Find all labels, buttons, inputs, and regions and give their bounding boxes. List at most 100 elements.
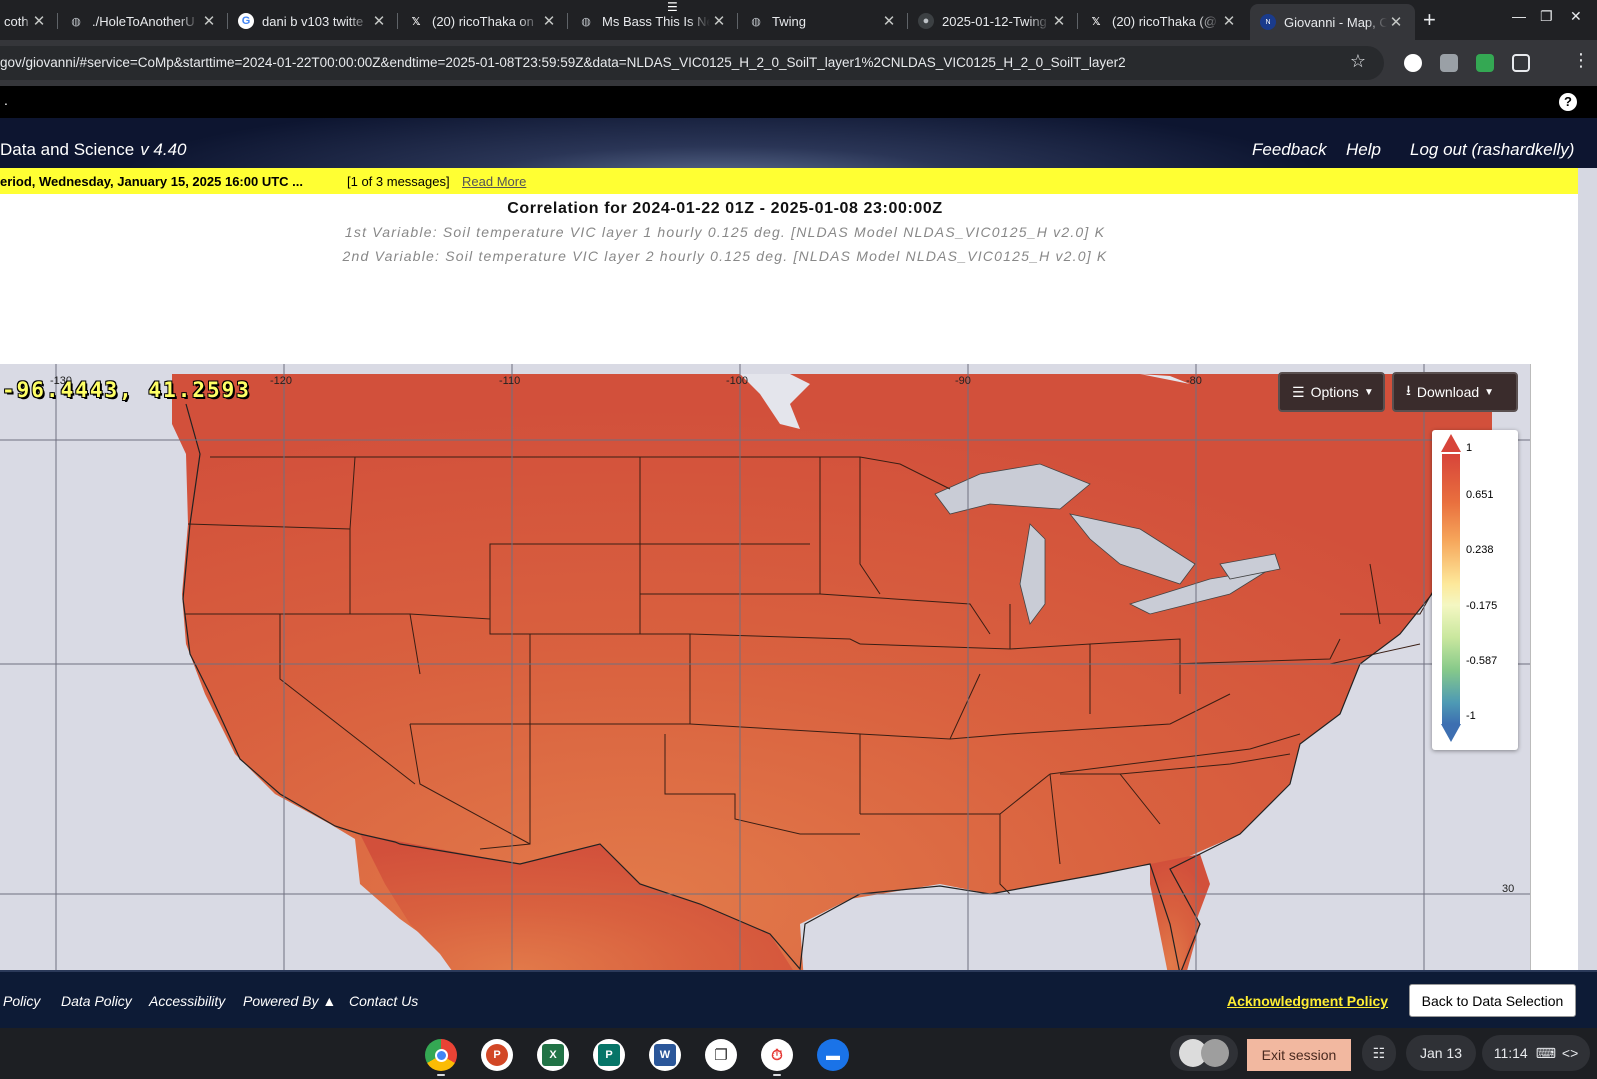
- notification-icon[interactable]: ☷: [1362, 1035, 1396, 1071]
- publisher-icon[interactable]: P: [593, 1039, 625, 1071]
- app-version: v 4.40: [140, 140, 187, 159]
- tab-title: (20) ricoThaka (@: [1112, 13, 1217, 29]
- nasa-icon: N: [1260, 14, 1276, 30]
- tab-title: 2025-01-12-Twing: [942, 13, 1047, 29]
- legend-label: 0.651: [1466, 489, 1494, 501]
- user-avatars[interactable]: [1170, 1035, 1238, 1071]
- legend-over-arrow: [1441, 434, 1461, 452]
- globe-icon: ◍: [751, 15, 761, 28]
- folder-icon[interactable]: ▬: [817, 1039, 849, 1071]
- giovanni-page: . ? Data and Science v 4.40 Feedback Help…: [0, 86, 1597, 1028]
- close-icon[interactable]: ✕: [1050, 12, 1068, 30]
- new-tab-button[interactable]: +: [1423, 7, 1436, 33]
- tab-title: dani b v103 twitte: [262, 13, 364, 29]
- keyboard-icon: ⌨: [1535, 1044, 1556, 1061]
- lat-tick: 30: [1502, 883, 1515, 895]
- help-icon[interactable]: ?: [1559, 93, 1577, 111]
- tab-4[interactable]: ◍ Ms Bass This Is Ne ✕: [568, 6, 738, 36]
- github-icon: ●: [918, 13, 934, 29]
- word-icon[interactable]: W: [649, 1039, 681, 1071]
- powerpoint-icon[interactable]: P: [481, 1039, 513, 1071]
- footer-link-policy[interactable]: Policy: [3, 993, 40, 1009]
- x-icon: 𝕏: [1091, 15, 1101, 28]
- extension-icon[interactable]: [1440, 54, 1458, 72]
- tab-1[interactable]: ◍ ./HoleToAnotherU ✕: [58, 6, 228, 36]
- legend-label: -0.587: [1466, 655, 1498, 667]
- map-viewer[interactable]: -130 -120 -110 -100 -90 -80 30 -96.4443,…: [0, 364, 1531, 1028]
- help-link[interactable]: Help: [1346, 140, 1381, 160]
- globe-icon: ◍: [71, 15, 81, 28]
- legend-label: -1: [1466, 710, 1476, 722]
- os-shelf: P X P W ❐ ⏱ ▬ Exit session ☷ Jan 13 11:1…: [0, 1028, 1597, 1079]
- close-icon[interactable]: ✕: [880, 12, 898, 30]
- chrome-icon[interactable]: [425, 1039, 457, 1071]
- page-footer: Policy Data Policy Accessibility Powered…: [0, 970, 1597, 1028]
- restore-icon[interactable]: ❐: [1540, 8, 1553, 25]
- date-display[interactable]: Jan 13: [1406, 1035, 1476, 1071]
- back-to-data-selection-button[interactable]: Back to Data Selection: [1409, 984, 1576, 1017]
- plot-variable-2: 2nd Variable: Soil temperature VIC layer…: [342, 248, 1108, 264]
- acknowledgment-policy-link[interactable]: Acknowledgment Policy: [1227, 993, 1388, 1009]
- tab-6[interactable]: ● 2025-01-12-Twing ✕: [908, 6, 1078, 36]
- close-icon[interactable]: ✕: [1220, 12, 1238, 30]
- tab-3[interactable]: 𝕏 (20) ricoThaka on ✕: [398, 6, 568, 36]
- tab-2[interactable]: G dani b v103 twitte ✕: [228, 6, 398, 36]
- close-window-icon[interactable]: ✕: [1570, 8, 1582, 25]
- x-icon: 𝕏: [411, 15, 421, 28]
- excel-icon[interactable]: X: [537, 1039, 569, 1071]
- code-icon: <>: [1561, 1045, 1579, 1061]
- options-button[interactable]: ☰ Options ▼: [1278, 372, 1385, 412]
- timer-icon[interactable]: ⏱: [761, 1039, 793, 1071]
- footer-link-powered-by[interactable]: Powered By ▲: [243, 993, 336, 1009]
- extension-icon[interactable]: [1476, 54, 1494, 72]
- alert-banner: eriod, Wednesday, January 15, 2025 16:00…: [0, 168, 1578, 194]
- close-icon[interactable]: ✕: [1387, 13, 1405, 31]
- bookmark-star-icon[interactable]: ☆: [1350, 51, 1366, 72]
- files-icon[interactable]: ❐: [705, 1039, 737, 1071]
- status-tray[interactable]: 11:14 ⌨ <>: [1482, 1035, 1590, 1071]
- close-icon[interactable]: ✕: [710, 12, 728, 30]
- legend-label: 1: [1466, 442, 1473, 454]
- app-title-text: Data and Science: [0, 140, 135, 159]
- omnibox[interactable]: gov/giovanni/#service=CoMp&starttime=202…: [0, 46, 1384, 80]
- extension-icon[interactable]: [1404, 54, 1422, 72]
- color-legend: 1 0.651 0.238 -0.175 -0.587 -1: [1432, 430, 1518, 750]
- tab-giovanni-active[interactable]: N Giovanni - Map, Co ✕: [1250, 4, 1415, 40]
- map-svg: [0, 364, 1530, 1028]
- browser-tab-strip: ☰ coth ✕ ◍ ./HoleToAnotherU ✕ G dani b v…: [0, 0, 1597, 40]
- minimize-icon[interactable]: —: [1512, 8, 1526, 24]
- download-button[interactable]: ⭳ Download ▼: [1392, 372, 1518, 412]
- caret-down-icon: ▼: [1484, 386, 1495, 398]
- caret-down-icon: ▼: [1363, 386, 1374, 398]
- close-icon[interactable]: ✕: [540, 12, 558, 30]
- lon-tick: -110: [499, 375, 521, 387]
- tab-7[interactable]: 𝕏 (20) ricoThaka (@ ✕: [1078, 6, 1248, 36]
- footer-link-contact[interactable]: Contact Us: [349, 993, 418, 1009]
- app-title: Data and Science v 4.40: [0, 140, 187, 160]
- clock-time: 11:14: [1493, 1045, 1528, 1061]
- read-more-link[interactable]: Read More: [462, 174, 526, 189]
- cursor-coordinates: -96.4443, 41.2593: [2, 378, 251, 402]
- close-icon[interactable]: ✕: [370, 12, 388, 30]
- close-icon[interactable]: ✕: [200, 12, 218, 30]
- lon-tick: -100: [726, 375, 749, 387]
- close-icon[interactable]: ✕: [30, 12, 48, 30]
- url-text[interactable]: gov/giovanni/#service=CoMp&starttime=202…: [0, 55, 1340, 70]
- tab-title: (20) ricoThaka on: [432, 13, 534, 29]
- menu-icon: ☰: [1292, 383, 1305, 400]
- puzzle-icon[interactable]: [1512, 54, 1530, 72]
- logout-link[interactable]: Log out (rashardkelly): [1410, 140, 1574, 160]
- tab-5[interactable]: ◍ Twing ✕: [738, 6, 908, 36]
- tab-title: coth: [4, 13, 29, 29]
- feedback-link[interactable]: Feedback: [1252, 140, 1327, 160]
- tab-title: Twing: [772, 13, 806, 29]
- exit-session-button[interactable]: Exit session: [1247, 1039, 1351, 1071]
- lon-tick: -90: [955, 375, 971, 387]
- footer-link-data-policy[interactable]: Data Policy: [61, 993, 132, 1009]
- footer-link-accessibility[interactable]: Accessibility: [149, 993, 225, 1009]
- plot-variable-1: 1st Variable: Soil temperature VIC layer…: [344, 224, 1106, 240]
- legend-under-arrow: [1441, 724, 1461, 742]
- tab-0[interactable]: coth ✕: [0, 6, 58, 36]
- download-label: Download: [1416, 384, 1480, 400]
- more-menu-icon[interactable]: ⋮: [1572, 50, 1590, 71]
